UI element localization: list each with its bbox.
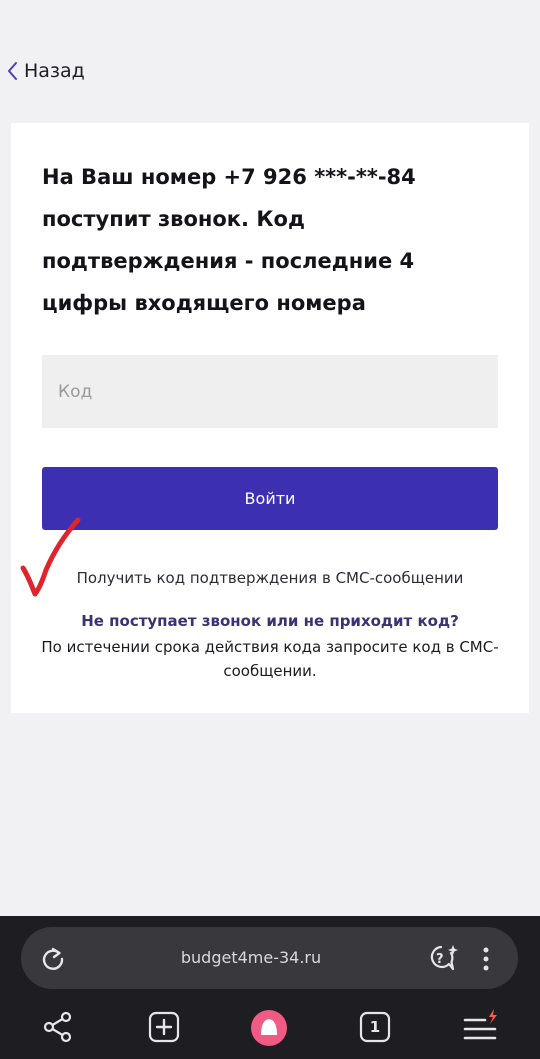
help-text-content: По истечении срока действия кода запроси… xyxy=(41,638,499,680)
help-text: По истечении срока действия кода запроси… xyxy=(39,635,501,683)
help-title: Не поступает звонок или не приходит код? xyxy=(81,612,459,630)
menu-icon[interactable] xyxy=(463,1008,501,1044)
code-input[interactable] xyxy=(42,355,498,428)
back-label: Назад xyxy=(24,60,85,82)
verification-card: На Ваш номер +7 926 ***-**-84 поступит з… xyxy=(11,123,529,713)
address-bar[interactable]: budget4me-34.ru ? xyxy=(21,927,518,989)
checkmark-annotation-icon xyxy=(20,517,81,597)
new-tab-icon[interactable] xyxy=(148,1011,180,1043)
tabs-icon[interactable]: 1 xyxy=(359,1011,391,1043)
chevron-left-icon xyxy=(6,60,20,82)
back-link[interactable]: Назад xyxy=(6,56,85,86)
tabs-count: 1 xyxy=(369,1018,381,1036)
card-title: На Ваш номер +7 926 ***-**-84 поступит з… xyxy=(42,165,416,315)
alice-icon[interactable] xyxy=(250,1009,288,1047)
more-vertical-icon[interactable] xyxy=(480,946,492,972)
svg-text:?: ? xyxy=(436,952,444,967)
sms-code-link[interactable]: Получить код подтверждения в СМС-сообщен… xyxy=(11,569,529,587)
login-button[interactable]: Войти xyxy=(42,467,498,530)
share-icon[interactable] xyxy=(42,1011,74,1043)
url-text[interactable]: budget4me-34.ru xyxy=(21,927,481,989)
assistant-question-icon[interactable]: ? xyxy=(427,943,459,973)
browser-toolbar: budget4me-34.ru ? 1 xyxy=(0,916,540,1059)
